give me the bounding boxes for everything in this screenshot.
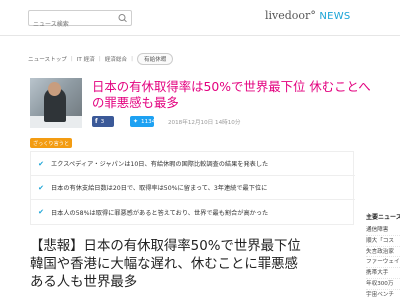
twitter-icon: ✦ <box>133 118 139 125</box>
sidebar-news-item[interactable]: 携帯大手 <box>366 268 400 279</box>
article-date: 2018年12月10日 14時10分 <box>168 120 241 126</box>
breadcrumb-separator: | <box>98 56 101 62</box>
summary-tag: ざっくり言うと <box>30 138 72 148</box>
check-icon: ✔ <box>38 208 44 216</box>
sidebar-news-item[interactable]: 宇宙ベンチ <box>366 290 400 300</box>
summary-point: ✔ 日本の有休支給日数は20日で、取得率は50%に留まって、3年連続で最下位に <box>31 176 355 200</box>
site-logo[interactable]: livedoor° NEWS <box>265 9 351 22</box>
sidebar-news-item[interactable]: 通信障害 <box>366 225 400 236</box>
topic-tag[interactable]: 有給休暇 <box>137 53 174 65</box>
logo-news-text: NEWS <box>319 11 351 22</box>
sidebar-news-item[interactable]: 年収300万 <box>366 279 400 290</box>
search-icon[interactable] <box>117 13 129 23</box>
search-input[interactable] <box>29 17 113 32</box>
article-thumbnail <box>30 78 82 128</box>
thumbnail-person-head <box>48 82 61 96</box>
breadcrumb-item-it[interactable]: IT 経済 <box>77 55 95 63</box>
twitter-share-button[interactable]: ✦ 1134 <box>130 116 156 127</box>
summary-point-text: エクスペディア・ジャパンは10日、有給休暇の国際比較調査の結果を発表した <box>51 161 269 168</box>
sidebar-title: 主要ニュース <box>366 214 400 221</box>
facebook-icon: f <box>95 118 98 125</box>
breadcrumb: ニューストップ | IT 経済 | 経済総合 | 有給休暇 <box>28 52 174 66</box>
summary-point-text: 日本人の58%は取得に罪悪感があると答えており、世界で最も割合が高かった <box>51 209 269 217</box>
article-headline: 【悲報】日本の有休取得率50%で世界最下位 韓国や香港に大幅な遅れ、休むことに罪… <box>30 238 362 292</box>
twitter-count: 1134 <box>141 118 156 125</box>
facebook-share-button[interactable]: f 3 <box>92 116 114 127</box>
sidebar-main-news: 主要ニュース 通信障害 順大「コス 失言政治家 ファーウェイ 携帯大手 年収30… <box>366 212 400 300</box>
search-box[interactable] <box>28 10 132 32</box>
headline-line: 【悲報】日本の有休取得率50%で世界最下位 <box>30 239 301 254</box>
sidebar-news-item[interactable]: 順大「コス <box>366 236 400 247</box>
breadcrumb-separator: | <box>70 56 73 62</box>
breadcrumb-item-economy[interactable]: 経済総合 <box>105 55 127 63</box>
logo-main-text: livedoor <box>265 9 311 22</box>
summary-point-text: 日本の有休支給日数は20日で、取得率は50%に留まって、3年連続で最下位に <box>51 185 268 192</box>
sidebar-news-item[interactable]: ファーウェイ <box>366 257 400 269</box>
article-title: 日本の有休取得率は50%で世界最下位 休むことへの罪悪感も最多 <box>92 79 371 110</box>
summary-box: ✔ エクスペディア・ジャパンは10日、有給休暇の国際比較調査の結果を発表した ✔… <box>30 151 355 225</box>
facebook-count: 3 <box>100 118 105 125</box>
headline-line: ある人も世界最多 <box>30 275 138 290</box>
breadcrumb-separator: | <box>131 56 133 62</box>
breadcrumb-item-top[interactable]: ニューストップ <box>28 55 67 63</box>
summary-point: ✔ エクスペディア・ジャパンは10日、有給休暇の国際比較調査の結果を発表した <box>31 152 355 176</box>
site-header: livedoor° NEWS <box>0 0 400 36</box>
sidebar-news-item[interactable]: 失言政治家 <box>366 247 400 258</box>
headline-line: 韓国や香港に大幅な遅れ、休むことに罪悪感 <box>30 257 298 272</box>
summary-point: ✔ 日本人の58%は取得に罪悪感があると答えており、世界で最も割合が高かった <box>31 200 355 224</box>
check-icon: ✔ <box>38 183 44 192</box>
check-icon: ✔ <box>38 159 44 168</box>
